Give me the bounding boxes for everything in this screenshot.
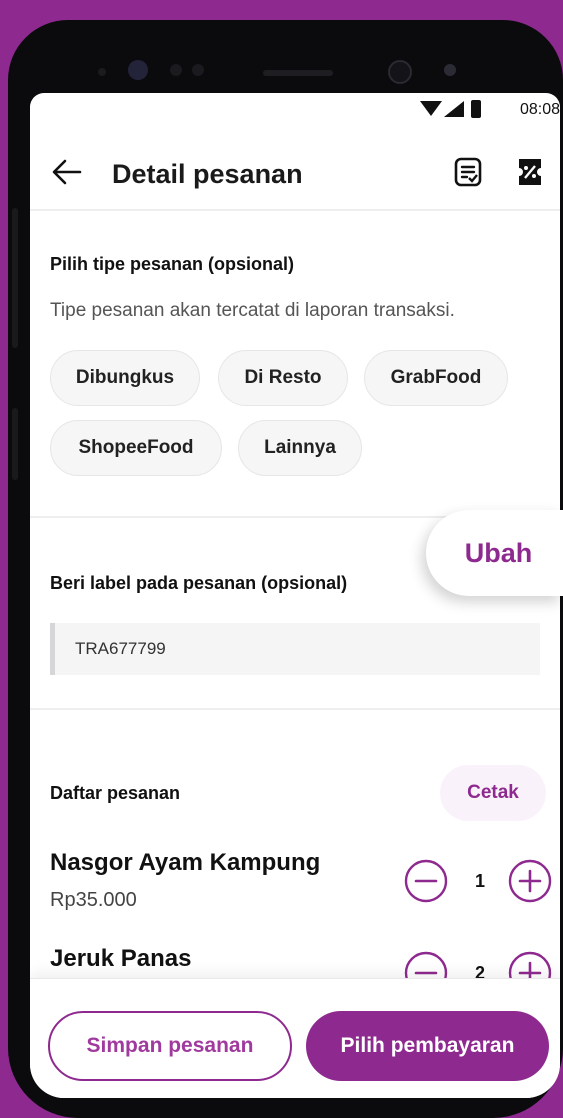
item-price: Rp35.000: [50, 889, 137, 911]
chip-dibungkus[interactable]: Dibungkus: [50, 350, 200, 406]
signal-icon: [444, 101, 464, 117]
camera-icon: [388, 60, 412, 84]
back-arrow-icon[interactable]: [52, 159, 82, 185]
choose-payment-button[interactable]: Pilih pembayaran: [306, 1011, 549, 1081]
sensor-icon: [170, 64, 182, 76]
save-order-button[interactable]: Simpan pesanan: [48, 1011, 292, 1081]
order-list-heading: Daftar pesanan: [50, 783, 181, 803]
speaker-grille: [263, 70, 333, 76]
discount-ticket-icon[interactable]: [517, 157, 543, 187]
order-type-subtitle: Tipe pesanan akan tercatat di laporan tr…: [50, 300, 455, 321]
increase-qty-icon[interactable]: [508, 859, 552, 903]
footer-actions: Simpan pesanan Pilih pembayaran: [30, 978, 560, 1098]
chip-di-resto[interactable]: Di Resto: [218, 350, 348, 406]
wifi-icon: [420, 101, 442, 116]
status-bar: 08:08: [30, 93, 560, 127]
item-qty: 1: [474, 871, 485, 891]
volume-button: [12, 208, 18, 348]
order-type-heading: Pilih tipe pesanan (opsional): [50, 254, 295, 274]
notes-icon[interactable]: [454, 157, 482, 187]
order-label-heading: Beri label pada pesanan (opsional): [50, 573, 348, 593]
status-time: 08:08: [519, 101, 560, 118]
header-bar: Detail pesanan: [30, 135, 560, 211]
sensor-icon: [192, 64, 204, 76]
chip-grabfood[interactable]: GrabFood: [364, 350, 508, 406]
sensor-icon: [444, 64, 456, 76]
print-button[interactable]: Cetak: [440, 765, 546, 821]
chip-shopeefood[interactable]: ShopeeFood: [50, 420, 222, 476]
decrease-qty-icon[interactable]: [404, 859, 448, 903]
page-title: Detail pesanan: [112, 159, 303, 189]
sensor-icon: [98, 68, 106, 76]
power-button: [12, 408, 18, 480]
item-name: Jeruk Panas: [50, 945, 192, 972]
item-name: Nasgor Ayam Kampung: [50, 849, 321, 876]
order-label-field[interactable]: TRA677799: [50, 623, 540, 675]
edit-label-button[interactable]: Ubah: [426, 510, 563, 596]
chip-lainnya[interactable]: Lainnya: [238, 420, 362, 476]
front-camera-icon: [128, 60, 148, 80]
battery-icon: [471, 100, 481, 118]
